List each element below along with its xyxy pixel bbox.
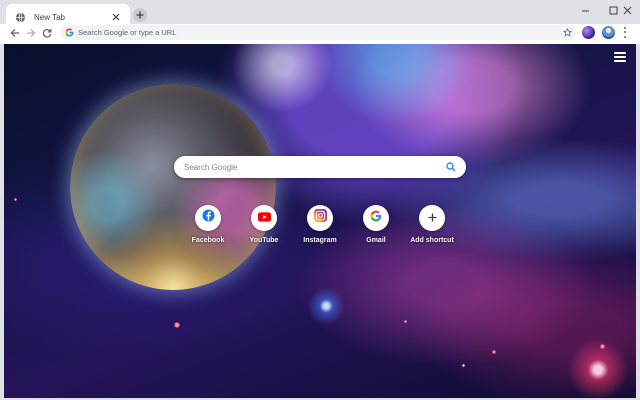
instagram-tile-circle bbox=[307, 205, 333, 231]
planet-background-image bbox=[70, 84, 276, 290]
close-window-button[interactable] bbox=[614, 2, 640, 18]
google-icon bbox=[64, 28, 74, 38]
extension-planet-icon[interactable] bbox=[582, 26, 595, 39]
sparkle bbox=[174, 322, 180, 328]
sparkle bbox=[404, 320, 407, 323]
shortcut-label: Add shortcut bbox=[410, 237, 454, 244]
globe-icon bbox=[14, 11, 26, 23]
address-bar-placeholder: Search Google or type a URL bbox=[78, 28, 177, 37]
shortcut-facebook[interactable]: Facebook bbox=[176, 205, 240, 251]
kebab-menu-icon[interactable] bbox=[620, 26, 630, 39]
back-button[interactable] bbox=[8, 26, 22, 40]
shortcut-gmail[interactable]: Gmail bbox=[344, 205, 408, 251]
sparkle bbox=[14, 198, 17, 201]
minimize-button[interactable] bbox=[572, 2, 598, 18]
plus-icon bbox=[428, 209, 437, 227]
sparkle bbox=[600, 344, 605, 349]
google-search-box[interactable]: Search Google bbox=[174, 156, 466, 178]
close-tab-icon[interactable] bbox=[110, 11, 122, 23]
forward-button[interactable] bbox=[24, 26, 38, 40]
add-shortcut-circle bbox=[419, 205, 445, 231]
add-shortcut-button[interactable]: Add shortcut bbox=[400, 205, 464, 251]
new-tab-button[interactable] bbox=[133, 8, 147, 22]
gmail-tile-circle bbox=[363, 205, 389, 231]
shortcut-label: Gmail bbox=[366, 237, 386, 244]
address-bar[interactable]: Search Google or type a URL bbox=[60, 25, 576, 40]
reload-button[interactable] bbox=[40, 26, 54, 40]
bookmark-star-icon[interactable] bbox=[562, 28, 572, 38]
customize-menu-icon[interactable] bbox=[614, 52, 626, 62]
shortcut-label: YouTube bbox=[249, 237, 279, 244]
sparkle bbox=[462, 364, 465, 367]
instagram-icon bbox=[313, 209, 327, 227]
facebook-tile-circle bbox=[195, 205, 221, 231]
shortcut-youtube[interactable]: YouTube bbox=[232, 205, 296, 251]
sparkle bbox=[492, 350, 496, 354]
search-placeholder: Search Google bbox=[184, 162, 238, 172]
youtube-tile-circle bbox=[251, 205, 277, 231]
search-icon[interactable] bbox=[445, 162, 456, 173]
shortcut-instagram[interactable]: Instagram bbox=[288, 205, 352, 251]
facebook-icon bbox=[201, 209, 215, 227]
tab-title: New Tab bbox=[34, 12, 65, 22]
profile-avatar[interactable] bbox=[602, 26, 615, 39]
shortcut-label: Facebook bbox=[191, 237, 225, 244]
shortcut-label: Instagram bbox=[303, 237, 337, 244]
youtube-icon bbox=[257, 209, 271, 227]
google-icon bbox=[370, 209, 382, 227]
